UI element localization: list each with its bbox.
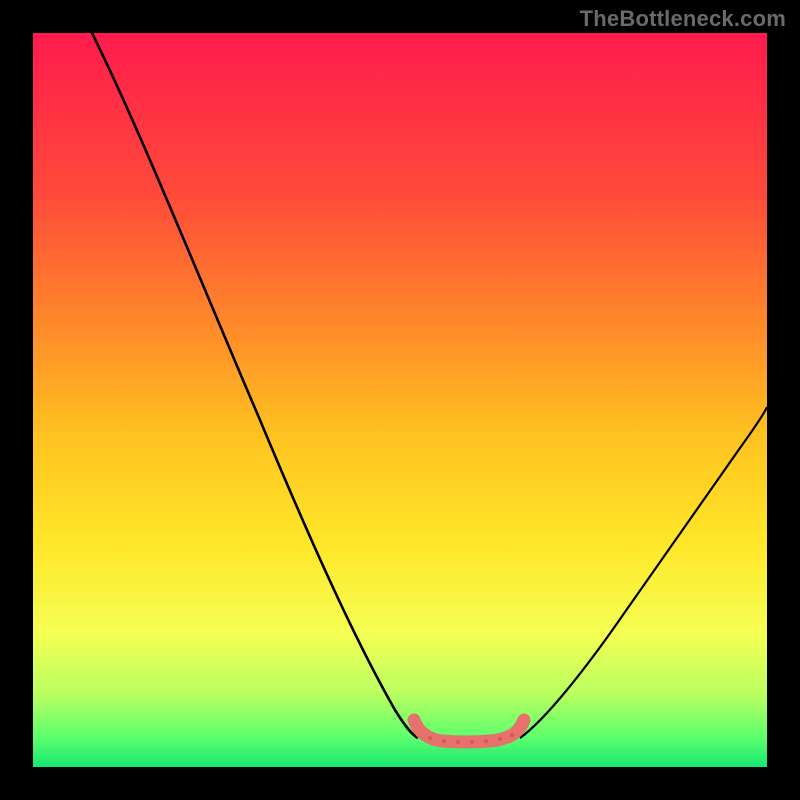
chart-container: TheBottleneck.com [0,0,800,800]
bottleneck-plot [0,0,800,800]
watermark-text: TheBottleneck.com [580,6,786,32]
